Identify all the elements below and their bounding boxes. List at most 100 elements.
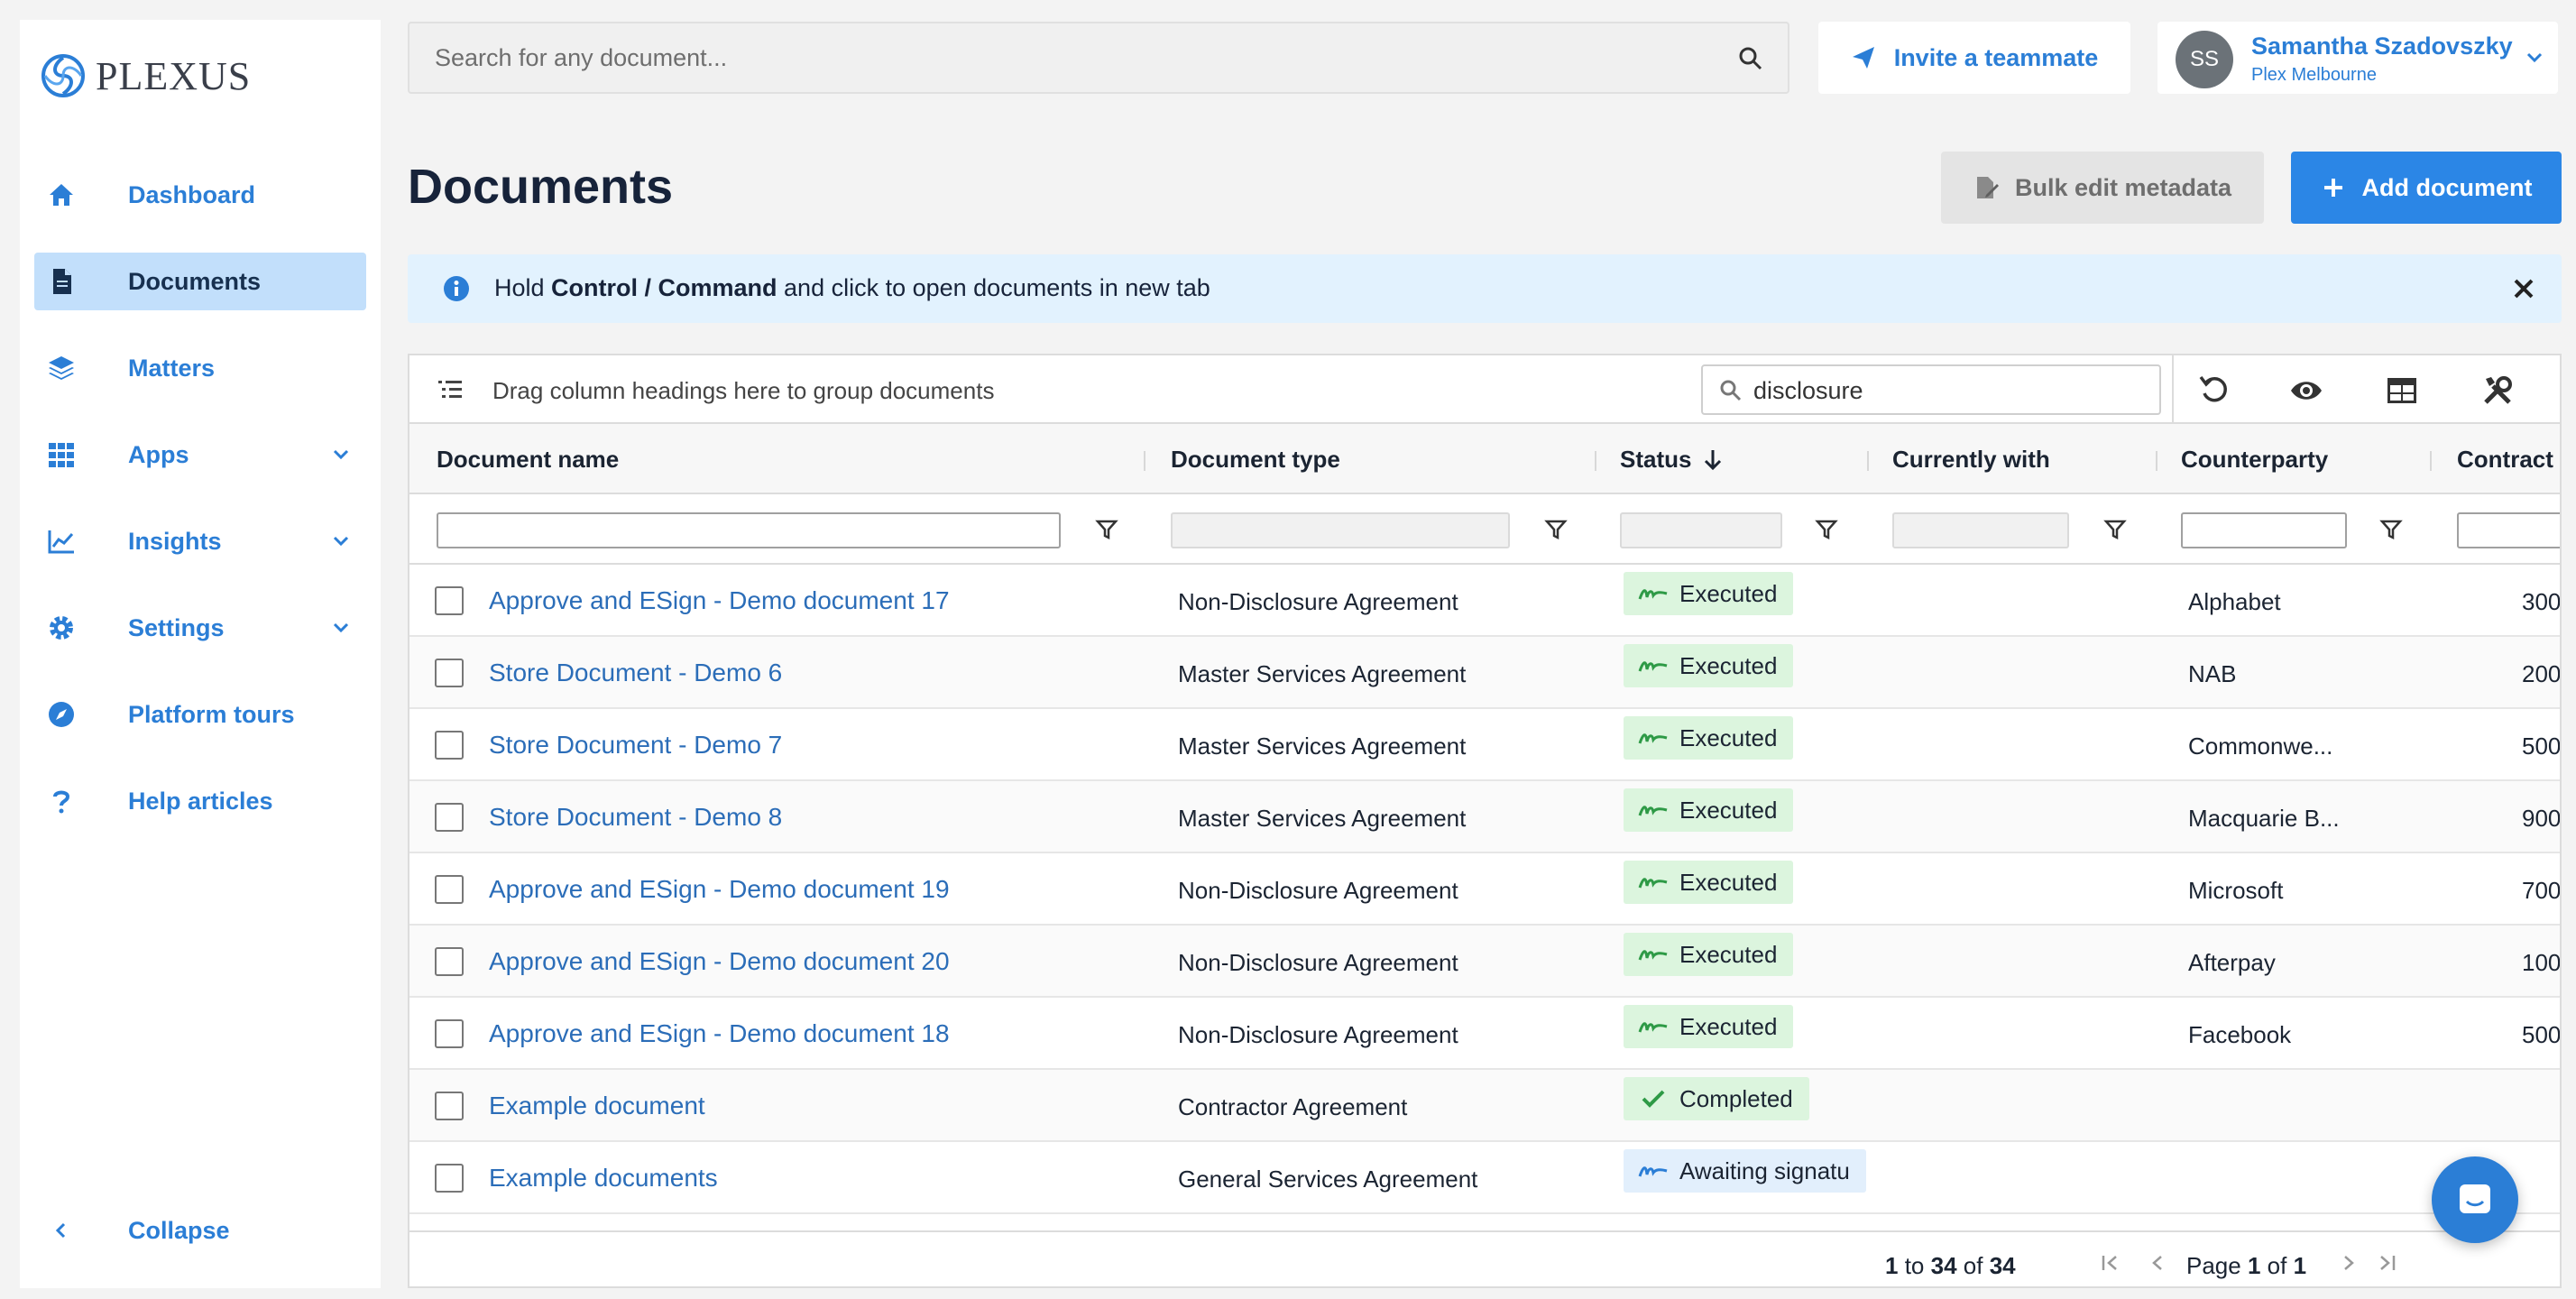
row-checkbox[interactable] — [435, 947, 464, 976]
column-header-currently-with[interactable]: Currently with — [1892, 446, 2050, 474]
status-badge: Executed — [1624, 1005, 1794, 1048]
group-panel[interactable]: Drag column headings here to group docum… — [409, 355, 2560, 424]
column-header-contract[interactable]: Contract — [2457, 446, 2553, 474]
table-row[interactable]: Approve and ESign - Demo document 20 Non-… — [409, 926, 2560, 998]
sidebar-item-settings[interactable]: Settings — [34, 599, 366, 657]
document-type-cell: Non-Disclosure Agreement — [1178, 949, 1458, 976]
document-name-link[interactable]: Approve and ESign - Demo document 17 — [489, 586, 950, 615]
search-icon — [1720, 380, 1742, 401]
column-header-document-type[interactable]: Document type — [1171, 446, 1340, 474]
add-document-button[interactable]: Add document — [2291, 152, 2562, 224]
document-type-cell: General Services Agreement — [1178, 1165, 1478, 1193]
chat-launcher-button[interactable] — [2432, 1156, 2518, 1243]
sidebar-item-label: Dashboard — [128, 180, 256, 208]
column-header-status[interactable]: Status — [1620, 446, 1724, 474]
table-row[interactable]: Store Document - Demo 8 Master Services A… — [409, 781, 2560, 853]
reset-icon[interactable] — [2197, 373, 2231, 408]
row-checkbox[interactable] — [435, 731, 464, 760]
document-name-link[interactable]: Store Document - Demo 8 — [489, 803, 782, 832]
document-name-filter-input[interactable] — [437, 512, 1061, 548]
sort-arrow-down-icon — [1705, 449, 1722, 470]
close-icon[interactable] — [2511, 276, 2536, 301]
counterparty-filter-input[interactable] — [2181, 512, 2347, 548]
column-resize-handle[interactable] — [1867, 451, 1869, 471]
sidebar-item-dashboard[interactable]: Dashboard — [34, 166, 366, 224]
user-menu[interactable]: SS Samantha Szadovszky Plex Melbourne — [2157, 22, 2558, 94]
first-page-icon[interactable] — [2100, 1252, 2121, 1274]
table-row[interactable]: Store Document - Demo 7 Master Services A… — [409, 709, 2560, 781]
document-name-link[interactable]: Store Document - Demo 7 — [489, 731, 782, 760]
signature-icon — [1638, 1022, 1668, 1033]
document-name-link[interactable]: Approve and ESign - Demo document 20 — [489, 947, 950, 976]
document-name-link[interactable]: Approve and ESign - Demo document 19 — [489, 875, 950, 904]
search-input[interactable] — [435, 40, 1697, 76]
table-row[interactable]: Example documents General Services Agreem… — [409, 1142, 2560, 1214]
table-row[interactable]: Approve and ESign - Demo document 19 Non-… — [409, 853, 2560, 926]
document-name-link[interactable]: Store Document - Demo 6 — [489, 659, 782, 687]
status-label: Awaiting signatu — [1679, 1156, 1850, 1184]
invite-teammate-button[interactable]: Invite a teammate — [1818, 22, 2130, 94]
layers-icon — [49, 356, 74, 380]
column-header-counterparty[interactable]: Counterparty — [2181, 446, 2328, 474]
status-badge: Executed — [1624, 933, 1794, 976]
document-type-cell: Non-Disclosure Agreement — [1178, 877, 1458, 904]
table-row[interactable]: Approve and ESign - Demo document 18 Non-… — [409, 998, 2560, 1070]
filter-icon[interactable] — [1095, 518, 1118, 541]
row-checkbox[interactable] — [435, 1092, 464, 1120]
status-filter-input[interactable] — [1620, 512, 1782, 548]
next-page-icon[interactable] — [2338, 1252, 2360, 1274]
current-page: 1 — [2247, 1252, 2261, 1279]
contract-value-cell: 200 — [2522, 660, 2562, 687]
chevron-down-icon — [333, 536, 349, 547]
contract-value-cell: 700 — [2522, 877, 2562, 904]
document-type-filter-input[interactable] — [1171, 512, 1510, 548]
info-banner: Hold Control / Command and click to open… — [408, 254, 2562, 323]
table-icon[interactable] — [2385, 373, 2419, 408]
row-checkbox[interactable] — [435, 803, 464, 832]
table-row[interactable]: Store Document - Demo 6 Master Services A… — [409, 637, 2560, 709]
table-row[interactable]: Example document Contractor Agreement Comp… — [409, 1070, 2560, 1142]
column-resize-handle[interactable] — [1595, 451, 1596, 471]
sidebar-item-apps[interactable]: Apps — [34, 426, 366, 484]
filter-icon[interactable] — [1544, 518, 1568, 541]
sidebar-item-insights[interactable]: Insights — [34, 512, 366, 570]
previous-page-icon[interactable] — [2147, 1252, 2168, 1274]
quick-filter-input[interactable] — [1753, 375, 2141, 406]
filter-icon[interactable] — [1815, 518, 1838, 541]
currently-with-filter-input[interactable] — [1892, 512, 2069, 548]
sidebar-item-help-articles[interactable]: Help articles — [34, 772, 366, 830]
counterparty-cell: Microsoft — [2188, 877, 2284, 904]
status-label: Executed — [1679, 579, 1778, 607]
row-checkbox[interactable] — [435, 1164, 464, 1193]
filter-icon[interactable] — [2103, 518, 2127, 541]
status-label: Executed — [1679, 1012, 1778, 1040]
row-checkbox[interactable] — [435, 659, 464, 687]
document-name-link[interactable]: Example document — [489, 1092, 705, 1120]
bulk-edit-metadata-button[interactable]: Bulk edit metadata — [1941, 152, 2264, 224]
row-checkbox[interactable] — [435, 1019, 464, 1048]
tools-icon[interactable] — [2480, 373, 2515, 408]
documents-grid: Drag column headings here to group docum… — [408, 354, 2562, 1288]
sidebar-item-documents[interactable]: Documents — [34, 253, 366, 310]
status-badge: Executed — [1624, 716, 1794, 760]
sidebar-item-matters[interactable]: Matters — [34, 339, 366, 397]
column-resize-handle[interactable] — [2156, 451, 2157, 471]
last-page-icon[interactable] — [2376, 1252, 2397, 1274]
contract-filter-input[interactable] — [2457, 512, 2560, 548]
eye-icon[interactable] — [2289, 373, 2323, 408]
sidebar-item-platform-tours[interactable]: Platform tours — [34, 686, 366, 743]
document-name-link[interactable]: Approve and ESign - Demo document 18 — [489, 1019, 950, 1048]
document-type-cell: Master Services Agreement — [1178, 805, 1467, 832]
logo[interactable]: PLEXUS — [40, 40, 251, 112]
collapse-button[interactable]: Collapse — [34, 1202, 366, 1259]
search-icon[interactable] — [1737, 45, 1764, 72]
table-row[interactable]: Approve and ESign - Demo document 17 Non-… — [409, 565, 2560, 637]
signature-icon — [1638, 661, 1668, 672]
row-checkbox[interactable] — [435, 586, 464, 615]
document-name-link[interactable]: Example documents — [489, 1164, 718, 1193]
column-resize-handle[interactable] — [2430, 451, 2432, 471]
filter-icon[interactable] — [2379, 518, 2403, 541]
row-checkbox[interactable] — [435, 875, 464, 904]
column-resize-handle[interactable] — [1144, 451, 1145, 471]
column-header-document-name[interactable]: Document name — [437, 446, 619, 474]
